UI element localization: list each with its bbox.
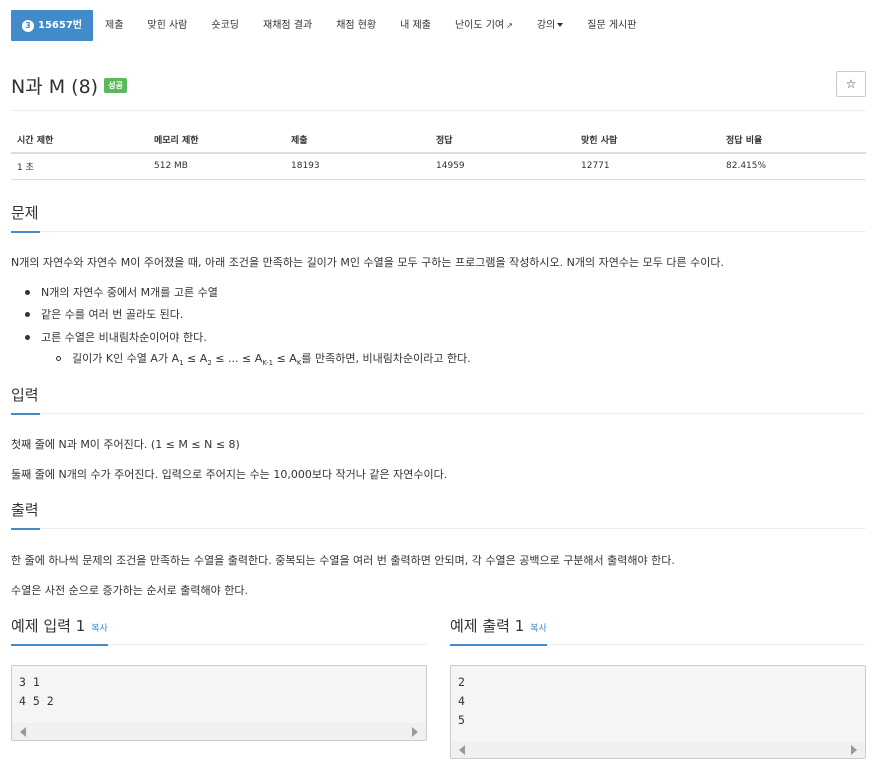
horizontal-scrollbar[interactable]: [12, 723, 426, 740]
header-submissions: 제출: [285, 126, 430, 154]
sub-bullet-text: ≤ A: [273, 352, 297, 365]
bullet-dot: [25, 290, 30, 295]
example-input-title: 예제 입력 1: [11, 617, 86, 635]
problem-bullet-1: N개의 자연수 중에서 M개를 고른 수열: [41, 286, 218, 299]
sub-bullet-text: 길이가 K인 수열 A가 A: [72, 352, 180, 365]
bullet-dot: [25, 335, 30, 340]
status-badge: 성공: [104, 78, 127, 93]
output-line-2: 수열은 사전 순으로 증가하는 순서로 출력해야 한다.: [11, 584, 248, 597]
tab-problem[interactable]: 3 15657번: [11, 10, 93, 41]
input-line-2: 둘째 줄에 N개의 수가 주어진다. 입력으로 주어지는 수는 10,000보다…: [11, 468, 448, 481]
tab-rejudge-results[interactable]: 재채점 결과: [251, 10, 324, 41]
problem-info-table: 시간 제한 메모리 제한 제출 정답 맞힌 사람 정답 비율 1 초 512 M…: [11, 126, 866, 180]
output-heading: 출력: [11, 499, 40, 530]
example-output-box[interactable]: 2 4 5: [450, 665, 866, 759]
example-input-heading: 예제 입력 1 복사: [11, 615, 108, 646]
example-output-heading: 예제 출력 1 복사: [450, 615, 547, 646]
tab-my-submissions[interactable]: 내 제출: [388, 10, 443, 41]
sub-bullet-text: 를 만족하면, 비내림차순이라고 한다.: [301, 352, 471, 365]
scroll-left-icon[interactable]: [20, 727, 26, 737]
input-line-1: 첫째 줄에 N과 M이 주어진다. (1 ≤ M ≤ N ≤ 8): [11, 438, 240, 451]
problem-section-header: 문제: [11, 201, 866, 233]
header-memory-limit: 메모리 제한: [148, 126, 285, 154]
problem-bullet-2: 같은 수를 여러 번 골라도 된다.: [41, 308, 184, 321]
value-accept-rate: 82.415%: [720, 153, 866, 180]
value-accepted: 14959: [430, 153, 575, 180]
info-header-row: 시간 제한 메모리 제한 제출 정답 맞힌 사람 정답 비율: [11, 126, 866, 154]
tab-lectures[interactable]: 강의: [525, 10, 575, 41]
input-section-header: 입력: [11, 383, 866, 415]
problem-title-row: N과 M (8) 성공: [11, 72, 127, 99]
value-solved-users: 12771: [575, 153, 720, 180]
example-output-line: 2: [458, 675, 465, 689]
divider: [11, 110, 866, 111]
input-heading: 입력: [11, 384, 40, 415]
example-output-line: 4: [458, 694, 465, 708]
example-output-line: 5: [458, 713, 465, 727]
subscript: K-1: [262, 359, 274, 368]
tab-short-coding[interactable]: 숏코딩: [199, 10, 251, 41]
value-submissions: 18193: [285, 153, 430, 180]
example-input-line: 4 5 2: [19, 694, 54, 708]
value-memory-limit: 512 MB: [148, 153, 285, 180]
example-output-title: 예제 출력 1: [450, 617, 525, 635]
tab-submit[interactable]: 제출: [93, 10, 135, 41]
output-line-1: 한 줄에 하나씩 문제의 조건을 만족하는 수열을 출력한다. 중복되는 수열을…: [11, 554, 675, 567]
scroll-right-icon[interactable]: [412, 727, 418, 737]
header-accept-rate: 정답 비율: [720, 126, 866, 154]
example-input-box[interactable]: 3 1 4 5 2: [11, 665, 427, 741]
tab-solved-users[interactable]: 맞힌 사람: [135, 10, 199, 41]
example-output-header: 예제 출력 1 복사: [450, 614, 866, 646]
tab-difficulty-label: 난이도 기여: [454, 20, 505, 31]
scroll-left-icon[interactable]: [459, 745, 465, 755]
problem-title: N과 M (8): [11, 76, 99, 98]
external-link-icon: ↗: [506, 21, 513, 30]
header-accepted: 정답: [430, 126, 575, 154]
tab-lectures-label: 강의: [536, 20, 556, 31]
problem-sub-bullet: 길이가 K인 수열 A가 A1 ≤ A2 ≤ ... ≤ AK-1 ≤ AK를 …: [72, 350, 471, 367]
caret-down-icon: [557, 23, 564, 27]
example-input-line: 3 1: [19, 675, 40, 689]
tab-qna-board[interactable]: 질문 게시판: [575, 10, 648, 41]
medal-icon: 3: [22, 19, 34, 32]
value-time-limit: 1 초: [11, 153, 148, 180]
copy-input-button[interactable]: 복사: [91, 624, 108, 634]
problem-bullet-3: 고른 수열은 비내림차순이어야 한다.: [41, 331, 207, 344]
scroll-right-icon[interactable]: [851, 745, 857, 755]
favorite-star-button[interactable]: ☆: [836, 71, 866, 97]
header-solved-users: 맞힌 사람: [575, 126, 720, 154]
info-value-row: 1 초 512 MB 18193 14959 12771 82.415%: [11, 153, 866, 180]
output-section-header: 출력: [11, 498, 866, 530]
problem-description: N개의 자연수와 자연수 M이 주어졌을 때, 아래 조건을 만족하는 길이가 …: [11, 256, 724, 269]
horizontal-scrollbar[interactable]: [451, 741, 865, 758]
star-icon: ☆: [845, 77, 857, 91]
tab-status[interactable]: 채점 현황: [324, 10, 388, 41]
problem-heading: 문제: [11, 202, 40, 233]
sub-bullet-ring: [56, 356, 61, 361]
sub-bullet-text: ≤ ... ≤ A: [211, 352, 263, 365]
tab-difficulty[interactable]: 난이도 기여 ↗: [443, 10, 525, 41]
tab-problem-label: 15657번: [38, 20, 82, 31]
sub-bullet-text: ≤ A: [183, 352, 208, 365]
problem-nav: 3 15657번 제출 맞힌 사람 숏코딩 재채점 결과 채점 현황 내 제출 …: [11, 10, 648, 41]
example-input-header: 예제 입력 1 복사: [11, 614, 427, 646]
header-time-limit: 시간 제한: [11, 126, 148, 154]
copy-output-button[interactable]: 복사: [530, 624, 547, 634]
bullet-dot: [25, 312, 30, 317]
